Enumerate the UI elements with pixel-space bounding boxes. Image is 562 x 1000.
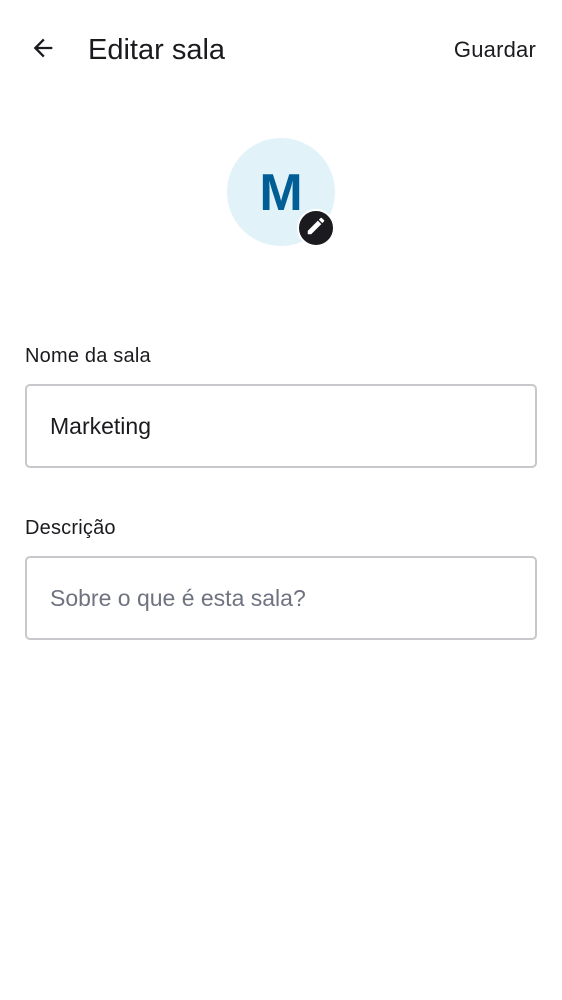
edit-avatar-button[interactable] xyxy=(297,209,335,247)
save-button[interactable]: Guardar xyxy=(454,30,536,70)
room-name-field[interactable] xyxy=(25,384,537,468)
avatar-initial: M xyxy=(259,164,303,222)
page-title: Editar sala xyxy=(88,34,226,66)
room-name-label: Nome da sala xyxy=(25,345,151,367)
back-button[interactable] xyxy=(19,26,67,74)
top-app-bar: Editar sala Guardar xyxy=(0,0,562,100)
pencil-icon xyxy=(305,215,327,242)
description-field[interactable] xyxy=(25,556,537,640)
description-input[interactable] xyxy=(27,558,535,638)
arrow-left-icon xyxy=(29,34,57,67)
room-name-input[interactable] xyxy=(27,386,535,466)
description-label: Descrição xyxy=(25,517,116,539)
